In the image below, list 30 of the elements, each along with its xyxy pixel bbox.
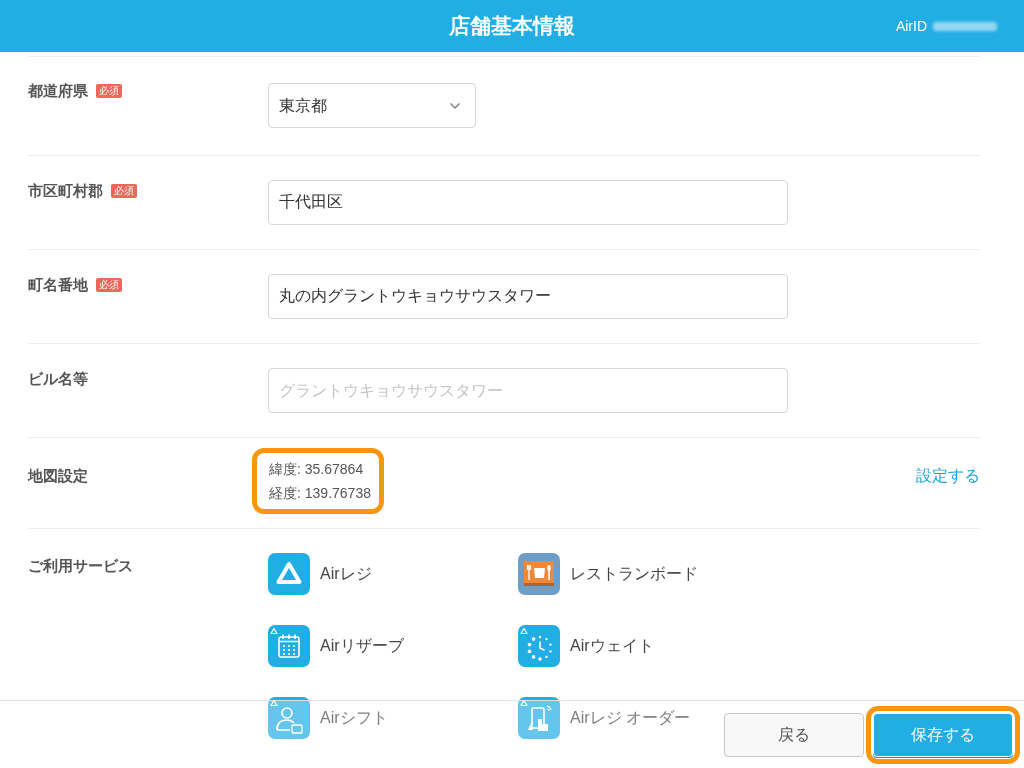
- dropdown-field[interactable]: 東京都: [268, 83, 476, 128]
- field-label: 町名番地: [28, 274, 88, 295]
- text-field[interactable]: 千代田区: [268, 180, 788, 225]
- field-label: ビル名等: [28, 368, 88, 389]
- account-label: AirID: [895, 16, 927, 36]
- service-name: レストランボード: [570, 564, 698, 584]
- person-calendar-icon: [268, 697, 310, 739]
- text-field[interactable]: 丸の内グラントウキョウサウスタワー: [268, 274, 788, 319]
- tablet-hand-icon: [518, 697, 560, 739]
- dotted-clock-icon: [518, 625, 560, 667]
- service-name: Airリザーブ: [320, 636, 404, 656]
- required-tag: 必須: [96, 84, 122, 98]
- blurred-account-id: [933, 21, 997, 31]
- tray-cutlery-icon: [518, 553, 560, 595]
- field-label: 都道府県: [28, 80, 88, 101]
- calendar-icon: [268, 625, 310, 667]
- service-name: Airウェイト: [570, 636, 654, 656]
- service-name: Airレジ: [320, 564, 372, 584]
- required-tag: 必須: [111, 184, 137, 198]
- field-label: 地図設定: [28, 467, 88, 484]
- service-name: Airシフト: [320, 708, 388, 728]
- field-label: 市区町村郡: [28, 180, 103, 201]
- back-button[interactable]: 戻る: [724, 712, 864, 757]
- required-tag: 必須: [96, 278, 122, 292]
- field-label: ご利用サービス: [28, 557, 133, 574]
- service-name: Airレジ オーダー: [570, 708, 690, 728]
- latitude-text: 緯度: 35.67864: [269, 460, 365, 479]
- page-title: 店舗基本情報: [449, 13, 575, 40]
- longitude-text: 経度: 139.76738: [269, 484, 371, 503]
- triangle-app-icon: [268, 553, 310, 595]
